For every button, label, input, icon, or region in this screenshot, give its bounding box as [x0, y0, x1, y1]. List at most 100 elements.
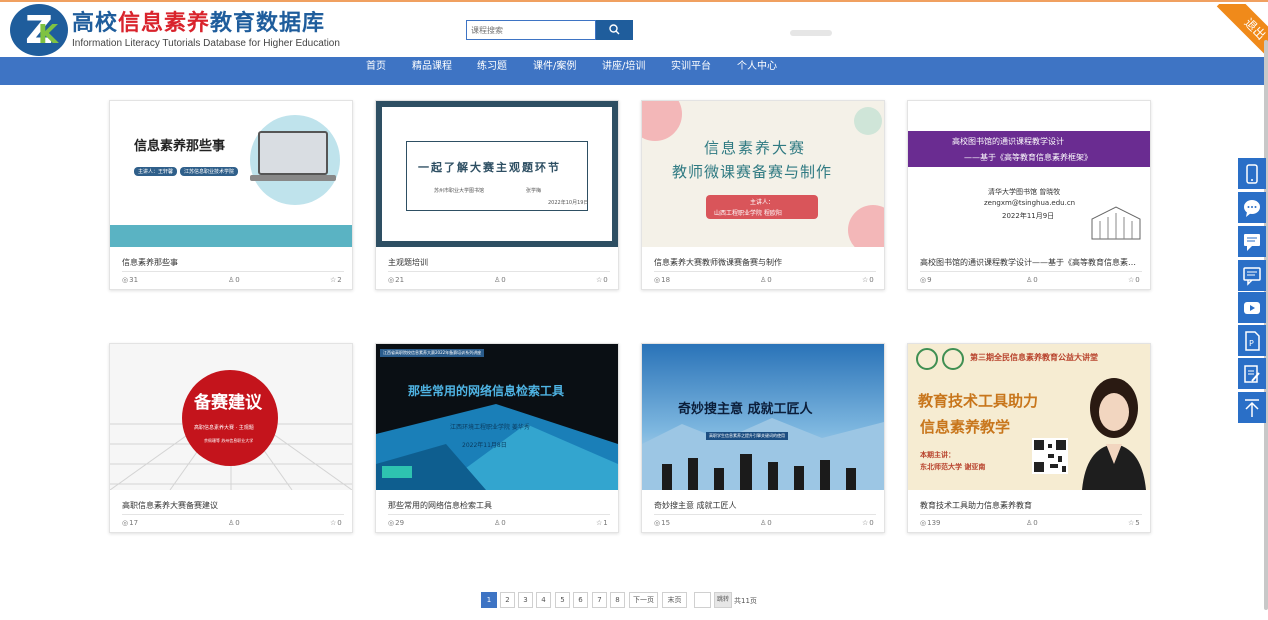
page-jump-button[interactable]: 跳转: [714, 592, 732, 608]
course-title[interactable]: 奇妙搜主意 成就工匠人: [654, 500, 876, 511]
site-title[interactable]: 高校信息素养教育数据库: [72, 5, 325, 37]
page-button-4[interactable]: 4: [536, 592, 551, 608]
course-title[interactable]: 高职信息素养大赛备赛建议: [122, 500, 344, 511]
star-count-value: 5: [1135, 519, 1140, 527]
course-thumbnail[interactable]: 奇妙搜主意 成就工匠人 高职学生信息素养之提升引擎关键词的使用: [642, 344, 884, 490]
page-button-1[interactable]: 1: [481, 592, 497, 608]
course-title[interactable]: 主观题培训: [388, 257, 610, 268]
thumb-date: 2022年10月19日: [548, 200, 589, 206]
back-to-top-button[interactable]: [1238, 392, 1266, 423]
nav-item-courses[interactable]: 精品课程: [412, 57, 452, 85]
document-button[interactable]: P: [1238, 325, 1266, 356]
like-count[interactable]: ♙0: [760, 276, 772, 284]
course-title[interactable]: 那些常用的网络信息检索工具: [388, 500, 610, 511]
star-icon: ☆: [862, 276, 869, 284]
view-count: ◎15: [654, 519, 670, 527]
page-button-3[interactable]: 3: [518, 592, 533, 608]
star-count[interactable]: ☆0: [1128, 276, 1140, 284]
flower-decor: [848, 205, 884, 247]
view-count: ◎17: [122, 519, 138, 527]
nav-item-personal-center[interactable]: 个人中心: [737, 57, 777, 85]
thumb-heading: 一起了解大赛主观题环节: [418, 161, 561, 174]
edit-button[interactable]: [1238, 358, 1266, 389]
course-thumbnail[interactable]: 一起了解大赛主观题环节 苏州市职业大学图书馆 张学梅 2022年10月19日: [376, 101, 618, 247]
thumb-presenter: 江西环境工程职业学院 姜华秀: [450, 424, 530, 431]
thumbs-up-icon: ♙: [1026, 276, 1033, 284]
mobile-button[interactable]: [1238, 158, 1266, 189]
course-card[interactable]: 第三期全民信息素养教育公益大讲堂 教育技术工具助力 信息素养教学 本期主讲： 东…: [907, 343, 1151, 533]
course-thumbnail[interactable]: 第三期全民信息素养教育公益大讲堂 教育技术工具助力 信息素养教学 本期主讲： 东…: [908, 344, 1150, 490]
course-card[interactable]: 高校图书馆的通识课程教学设计 ——基于《高等教育信息素养框架》 清华大学图书馆 …: [907, 100, 1151, 290]
course-card[interactable]: 奇妙搜主意 成就工匠人 高职学生信息素养之提升引擎关键词的使用 奇妙搜主意 成就…: [641, 343, 885, 533]
like-count-value: 0: [767, 519, 772, 527]
message-button[interactable]: [1238, 226, 1266, 257]
course-title[interactable]: 信息素养那些事: [122, 257, 344, 268]
library-building-sketch: [1091, 206, 1141, 240]
back-to-top-icon: [1245, 399, 1259, 417]
video-icon: [1244, 302, 1260, 314]
thumb-heading: 信息素养那些事: [134, 139, 226, 154]
course-card[interactable]: 一起了解大赛主观题环节 苏州市职业大学图书馆 张学梅 2022年10月19日 主…: [375, 100, 619, 290]
course-card[interactable]: 备赛建议 高职信息素养大赛 · 主观题 余佩珊等 苏州信息职业大学 高职信息素养…: [109, 343, 353, 533]
like-count[interactable]: ♙0: [494, 276, 506, 284]
course-thumbnail[interactable]: 备赛建议 高职信息素养大赛 · 主观题 余佩珊等 苏州信息职业大学: [110, 344, 352, 490]
nav-item-exercises[interactable]: 练习题: [477, 57, 507, 85]
thumb-presenter-label: 本期主讲：: [920, 450, 955, 459]
course-title[interactable]: 高校图书馆的通识课程教学设计——基于《高等教育信息素养框架》: [920, 257, 1142, 268]
page-jump-input[interactable]: [694, 592, 711, 608]
chess-pieces-decor: [662, 454, 856, 490]
like-count[interactable]: ♙0: [228, 519, 240, 527]
star-icon: ☆: [1128, 519, 1135, 527]
like-count[interactable]: ♙0: [760, 519, 772, 527]
thumbs-up-icon: ♙: [228, 519, 235, 527]
seal-logo: [916, 348, 938, 370]
online-chat-button[interactable]: [1238, 192, 1266, 223]
page-button-7[interactable]: 7: [592, 592, 607, 608]
like-count[interactable]: ♙0: [1026, 519, 1038, 527]
search-button[interactable]: [596, 20, 633, 40]
star-count[interactable]: ☆5: [1128, 519, 1140, 527]
star-icon: ☆: [596, 519, 603, 527]
course-thumbnail[interactable]: 高校图书馆的通识课程教学设计 ——基于《高等教育信息素养框架》 清华大学图书馆 …: [908, 101, 1150, 247]
star-count[interactable]: ☆1: [596, 519, 608, 527]
comment-button[interactable]: [1238, 260, 1266, 291]
page-button-5[interactable]: 5: [555, 592, 570, 608]
like-count[interactable]: ♙0: [228, 276, 240, 284]
logout-button[interactable]: 退出: [1216, 4, 1268, 64]
logout-corner[interactable]: 退出: [1208, 4, 1268, 64]
like-count[interactable]: ♙0: [1026, 276, 1038, 284]
star-count-value: 0: [603, 276, 608, 284]
video-button[interactable]: [1238, 292, 1266, 323]
star-count[interactable]: ☆0: [330, 519, 342, 527]
next-page-button[interactable]: 下一页: [629, 592, 658, 608]
course-card[interactable]: 信息素养大赛 教师微课赛备赛与制作 主讲人： 山西工程职业学院 程欧阳 信息素养…: [641, 100, 885, 290]
course-title[interactable]: 教育技术工具助力信息素养教育: [920, 500, 1142, 511]
like-count[interactable]: ♙0: [494, 519, 506, 527]
view-count: ◎29: [388, 519, 404, 527]
course-thumbnail[interactable]: 江西省高职院校信息素养大赛2022年备赛培训系列讲座 那些常用的网络信息检索工具…: [376, 344, 618, 490]
search-input[interactable]: [466, 20, 596, 40]
course-card[interactable]: 江西省高职院校信息素养大赛2022年备赛培训系列讲座 那些常用的网络信息检索工具…: [375, 343, 619, 533]
last-page-button[interactable]: 末页: [662, 592, 687, 608]
nav-item-slides-cases[interactable]: 课件/案例: [533, 57, 576, 85]
page-button-6[interactable]: 6: [573, 592, 588, 608]
page-button-8[interactable]: 8: [610, 592, 625, 608]
star-count[interactable]: ☆0: [862, 276, 874, 284]
course-thumbnail[interactable]: 信息素养大赛 教师微课赛备赛与制作 主讲人： 山西工程职业学院 程欧阳: [642, 101, 884, 247]
card-divider: [654, 271, 876, 272]
star-count[interactable]: ☆0: [862, 519, 874, 527]
star-icon: ☆: [596, 276, 603, 284]
course-thumbnail[interactable]: 信息素养那些事 主讲人：王轩馨 江苏信息职业技术学院: [110, 101, 352, 247]
nav-item-training[interactable]: 实训平台: [671, 57, 711, 85]
star-count[interactable]: ☆0: [596, 276, 608, 284]
star-count[interactable]: ☆2: [330, 276, 342, 284]
view-count-value: 17: [129, 519, 139, 527]
course-card[interactable]: 信息素养那些事 主讲人：王轩馨 江苏信息职业技术学院 信息素养那些事 ◎31 ♙…: [109, 100, 353, 290]
thumb-presenter: 东北师范大学 谢亚南: [920, 462, 986, 471]
nav-item-lectures[interactable]: 讲座/培训: [602, 57, 645, 85]
course-title[interactable]: 信息素养大赛教师微课赛备赛与制作: [654, 257, 876, 268]
nav-item-home[interactable]: 首页: [366, 57, 386, 85]
page-button-2[interactable]: 2: [500, 592, 515, 608]
user-name-blurred[interactable]: [790, 30, 832, 36]
thumbs-up-icon: ♙: [760, 519, 767, 527]
